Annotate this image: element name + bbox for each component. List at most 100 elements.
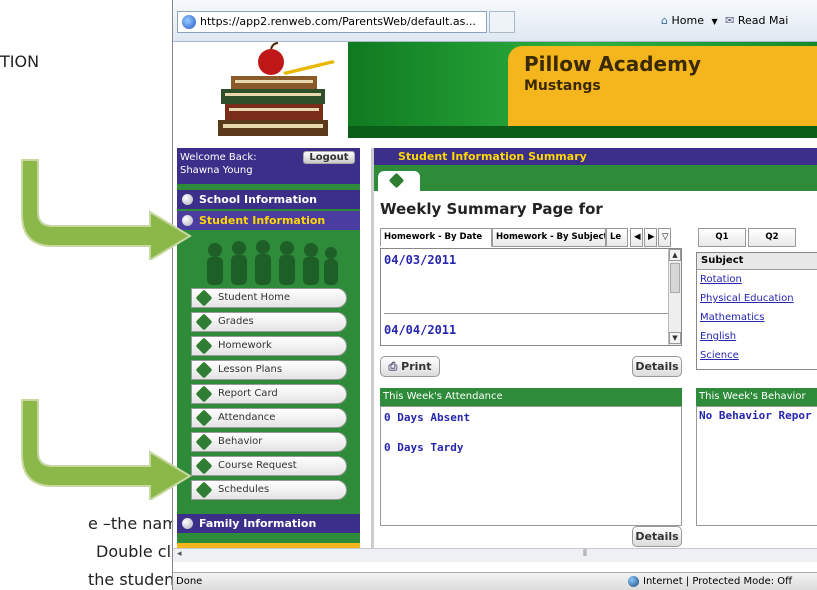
print-button-label: Print (401, 360, 432, 373)
homework-date[interactable]: 04/04/2011 (384, 323, 456, 337)
scroll-thumb[interactable] (670, 263, 680, 293)
sidebar-item-grades[interactable]: Grades (191, 312, 347, 332)
sidebar-item-label: Lesson Plans (218, 364, 283, 375)
main-content: Student Information Summary Weekly Summa… (371, 148, 817, 560)
weekly-summary-title: Weekly Summary Page for (380, 200, 603, 218)
details-button[interactable]: Details (632, 356, 682, 377)
bullet-icon (195, 361, 213, 379)
pointer-arrow-icon (21, 159, 192, 260)
sidebar-item-label: Family Information (199, 517, 317, 530)
sidebar-item-attendance[interactable]: Attendance (191, 408, 347, 428)
sidebar-item-label: Student Home (218, 292, 291, 303)
scroll-left-icon[interactable]: ◂ (177, 549, 182, 559)
logout-button[interactable]: Logout (303, 151, 355, 164)
sidebar-item-label: Attendance (218, 412, 276, 423)
sidebar-item-label: Behavior (218, 436, 263, 447)
homework-date[interactable]: 04/03/2011 (384, 253, 456, 267)
attendance-details-button[interactable]: Details (632, 526, 682, 547)
tab-q2[interactable]: Q2 (748, 228, 796, 247)
pointer-arrow-icon (21, 399, 192, 500)
sidebar-item-student-information[interactable]: Student Information (177, 211, 360, 230)
subject-link[interactable]: English (700, 331, 736, 342)
url-field[interactable]: https://app2.renweb.com/ParentsWeb/defau… (177, 11, 487, 33)
days-tardy: 0 Days Tardy (384, 441, 464, 454)
browser-address-bar: https://app2.renweb.com/ParentsWeb/defau… (173, 0, 817, 42)
browser-window: https://app2.renweb.com/ParentsWeb/defau… (172, 0, 817, 590)
sidebar-item-behavior[interactable]: Behavior (191, 432, 347, 452)
homework-scrollbar[interactable]: ▲ ▼ (668, 249, 681, 345)
school-title-card: Pillow Academy Mustangs (508, 46, 817, 126)
scroll-down-icon[interactable]: ▼ (669, 332, 681, 344)
summary-header: Student Information Summary (374, 148, 817, 165)
subject-link[interactable]: Science (700, 350, 739, 361)
command-bar: ⌂ Home ▼ ✉ Read Mai (661, 14, 788, 27)
scroll-grip-icon[interactable]: ⦀ (583, 549, 587, 559)
homework-panel: 04/03/2011 04/04/2011 ▲ ▼ (380, 248, 682, 346)
sidebar: Welcome Back: Shawna Young Logout School… (177, 148, 360, 560)
school-mascot: Mustangs (524, 78, 601, 94)
sidebar-item-label: Course Request (218, 460, 297, 471)
sidebar-item-course-request[interactable]: Course Request (191, 456, 347, 476)
globe-icon (628, 576, 639, 587)
welcome-panel: Welcome Back: Shawna Young Logout (177, 148, 360, 184)
new-tab-button[interactable] (489, 11, 515, 33)
sidebar-item-student-home[interactable]: Student Home (191, 288, 347, 308)
scroll-up-icon[interactable]: ▲ (669, 249, 681, 261)
home-button[interactable]: Home (671, 14, 703, 27)
bullet-icon (195, 313, 213, 331)
bullet-icon (195, 289, 213, 307)
tab-homework-by-date[interactable]: Homework - By Date (380, 228, 492, 247)
security-zone[interactable]: Internet | Protected Mode: Off (643, 573, 792, 590)
sidebar-item-homework[interactable]: Homework (191, 336, 347, 356)
expand-arrow-icon (182, 518, 193, 529)
tab-list-dropdown-icon[interactable]: ▽ (658, 228, 671, 247)
banner-strip (348, 126, 817, 138)
behavior-status: No Behavior Repor (699, 409, 812, 422)
horizontal-scrollbar[interactable]: ◂ ⦀ (173, 548, 817, 562)
summary-tab-strip (374, 165, 817, 191)
chevron-down-icon[interactable]: ▼ (711, 17, 717, 26)
tab-scroll-left-icon[interactable]: ◀ (630, 228, 643, 247)
tab-homework-by-subject[interactable]: Homework - By Subject (492, 228, 606, 247)
mail-icon[interactable]: ✉ (725, 14, 734, 27)
subject-link[interactable]: Mathematics (700, 312, 764, 323)
students-group-image (207, 240, 338, 285)
ie-page-icon (182, 15, 196, 29)
student-tab[interactable] (378, 171, 420, 191)
sidebar-item-report-card[interactable]: Report Card (191, 384, 347, 404)
books-apple-image (218, 42, 335, 136)
sidebar-item-schedules[interactable]: Schedules (191, 480, 347, 500)
bullet-icon (195, 337, 213, 355)
subjects-table: Subject Rotation Physical Education Math… (696, 252, 817, 370)
sidebar-item-lesson-plans[interactable]: Lesson Plans (191, 360, 347, 380)
sidebar-item-label: Schedules (218, 484, 270, 495)
days-absent: 0 Days Absent (384, 411, 471, 424)
behavior-header: This Week's Behavior (696, 388, 817, 406)
status-text: Done (176, 576, 203, 587)
tab-scroll-right-icon[interactable]: ▶ (644, 228, 657, 247)
subject-link[interactable]: Rotation (700, 274, 742, 285)
attendance-header: This Week's Attendance (380, 388, 682, 406)
student-tab-icon (388, 172, 405, 189)
home-icon[interactable]: ⌂ (661, 14, 668, 27)
tab-q1[interactable]: Q1 (698, 228, 746, 247)
subject-link[interactable]: Physical Education (700, 293, 794, 304)
print-button[interactable]: ⎙ Print (380, 356, 440, 377)
printer-icon: ⎙ (388, 360, 402, 373)
sidebar-item-family-information[interactable]: Family Information (177, 514, 360, 533)
url-text: https://app2.renweb.com/ParentsWeb/defau… (200, 15, 476, 28)
sidebar-item-school-information[interactable]: School Information (177, 190, 360, 209)
user-name: Shawna Young (180, 165, 253, 176)
document-text-heading: TION (0, 52, 40, 71)
read-mail-button[interactable]: Read Mai (738, 14, 788, 27)
divider (384, 313, 668, 314)
school-name: Pillow Academy (524, 52, 701, 76)
tab-lesson-plans[interactable]: Le (606, 228, 628, 247)
sidebar-item-label: Report Card (218, 388, 278, 399)
sidebar-item-label: Grades (218, 316, 254, 327)
status-bar: Done Internet | Protected Mode: Off (173, 572, 817, 590)
site-banner: Pillow Academy Mustangs (173, 42, 817, 138)
sidebar-item-label: Student Information (199, 214, 326, 227)
attendance-panel: 0 Days Absent 0 Days Tardy (380, 406, 682, 526)
behavior-panel: No Behavior Repor (696, 406, 817, 526)
